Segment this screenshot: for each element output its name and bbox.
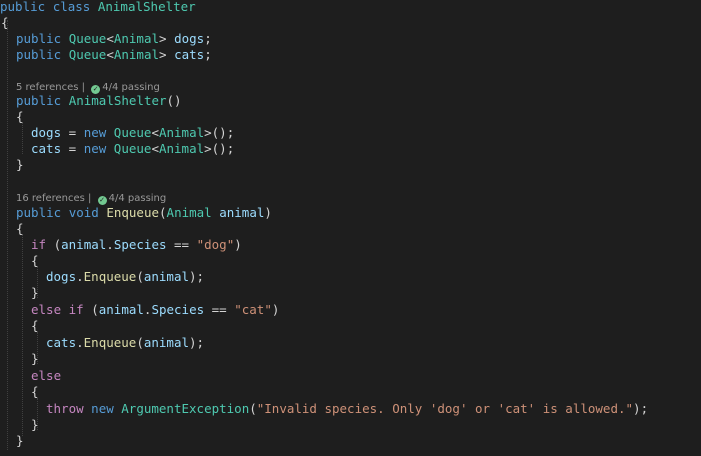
type-name: Queue [68, 47, 107, 62]
brace: { [1, 15, 9, 30]
brace: } [31, 417, 39, 432]
code-line-else-open[interactable]: { [31, 384, 39, 400]
check-circle-icon: ✓ [97, 196, 107, 205]
code-line-ctor-close[interactable]: } [16, 157, 24, 173]
param-name: animal [219, 205, 265, 220]
code-line-ctor-cats[interactable]: cats = new Queue<Animal>(); [31, 141, 234, 157]
code-line-ctor-dogs[interactable]: dogs = new Queue<Animal>(); [31, 125, 234, 141]
code-line-cats-enqueue[interactable]: cats.Enqueue(animal); [46, 335, 204, 351]
keyword: public [16, 93, 62, 108]
method-name: Enqueue [106, 205, 160, 220]
variable: animal [61, 237, 107, 252]
ctor-name: AnimalShelter [68, 93, 167, 108]
keyword: class [52, 0, 91, 14]
string-literal: "Invalid species. Only 'dog' or 'cat' is… [256, 401, 634, 416]
code-line-enqueue-decl[interactable]: public void Enqueue(Animal animal) [16, 205, 272, 221]
type-name: Animal [158, 125, 205, 140]
type-name: Animal [113, 47, 160, 62]
type-name: Animal [113, 31, 160, 46]
control-keyword: throw [46, 401, 84, 416]
code-line-else[interactable]: else [31, 368, 61, 384]
code-line-enqueue-close[interactable]: } [16, 433, 24, 449]
code-line-else-if-close[interactable]: } [31, 351, 39, 367]
variable: cats [46, 335, 77, 350]
code-line-class-decl[interactable]: public class AnimalShelter [0, 0, 196, 15]
control-keyword: else [31, 368, 62, 383]
control-keyword: else if [31, 302, 84, 317]
code-line-else-close[interactable]: } [31, 417, 39, 433]
brace: { [31, 318, 39, 333]
indent-guide [22, 234, 23, 436]
property: Species [151, 302, 205, 317]
brace: } [31, 285, 39, 300]
code-line-enqueue-open[interactable]: { [16, 221, 24, 237]
string-literal: "cat" [234, 302, 272, 317]
code-line-if-close[interactable]: } [31, 285, 39, 301]
brace: } [16, 157, 24, 172]
variable: animal [143, 269, 190, 284]
code-editor[interactable]: public class AnimalShelter { public Queu… [0, 0, 701, 456]
code-line-field-cats[interactable]: public Queue<Animal> cats; [16, 47, 212, 63]
codelens-enqueue[interactable]: 16 references | ✓ 4/4 passing [16, 192, 166, 206]
method-call: Enqueue [83, 335, 137, 350]
code-line-throw[interactable]: throw new ArgumentException("Invalid spe… [46, 401, 648, 417]
type-name: Queue [68, 31, 107, 46]
keyword: void [68, 205, 99, 220]
keyword: new [83, 141, 107, 156]
type-name: Queue [113, 125, 152, 140]
code-line-ctor-decl[interactable]: public AnimalShelter() [16, 93, 182, 109]
class-name: AnimalShelter [97, 0, 196, 14]
keyword: public [16, 47, 62, 62]
type-name: Animal [166, 205, 212, 220]
field-name: dogs [174, 31, 205, 46]
brace: { [31, 384, 39, 399]
variable: dogs [46, 269, 77, 284]
indent-guide [22, 122, 23, 154]
code-line-field-dogs[interactable]: public Queue<Animal> dogs; [16, 31, 212, 47]
indent-guide [7, 20, 8, 450]
brace: { [16, 109, 24, 124]
brace: } [31, 351, 39, 366]
tests-passing-link[interactable]: 4/4 passing [102, 82, 160, 93]
code-line-ctor-open[interactable]: { [16, 109, 24, 125]
field-name: dogs [31, 125, 62, 140]
type-name: Queue [113, 141, 152, 156]
code-line-if-dog[interactable]: if (animal.Species == "dog") [31, 237, 242, 253]
keyword: new [83, 125, 107, 140]
tests-passing-link[interactable]: 4/4 passing [109, 193, 167, 204]
control-keyword: if [31, 237, 47, 252]
method-call: Enqueue [83, 269, 137, 284]
field-name: cats [31, 141, 62, 156]
keyword: public [0, 0, 46, 14]
string-literal: "dog" [196, 237, 235, 252]
type-name: Animal [158, 141, 205, 156]
brace: } [16, 433, 24, 448]
type-name: ArgumentException [121, 401, 250, 416]
references-link[interactable]: 5 references [16, 82, 79, 93]
references-link[interactable]: 16 references [16, 193, 85, 204]
variable: animal [143, 335, 190, 350]
variable: animal [98, 302, 144, 317]
property: Species [113, 237, 167, 252]
keyword: public [16, 205, 62, 220]
params: () [166, 93, 182, 108]
code-line-if-open[interactable]: { [31, 253, 39, 269]
code-line-open-brace[interactable]: { [1, 15, 9, 31]
brace: { [31, 253, 39, 268]
field-name: cats [174, 47, 205, 62]
code-line-else-if-cat[interactable]: else if (animal.Species == "cat") [31, 302, 279, 318]
keyword: new [91, 401, 114, 416]
code-line-else-if-open[interactable]: { [31, 318, 39, 334]
code-line-dogs-enqueue[interactable]: dogs.Enqueue(animal); [46, 269, 204, 285]
brace: { [16, 221, 24, 236]
keyword: public [16, 31, 62, 46]
